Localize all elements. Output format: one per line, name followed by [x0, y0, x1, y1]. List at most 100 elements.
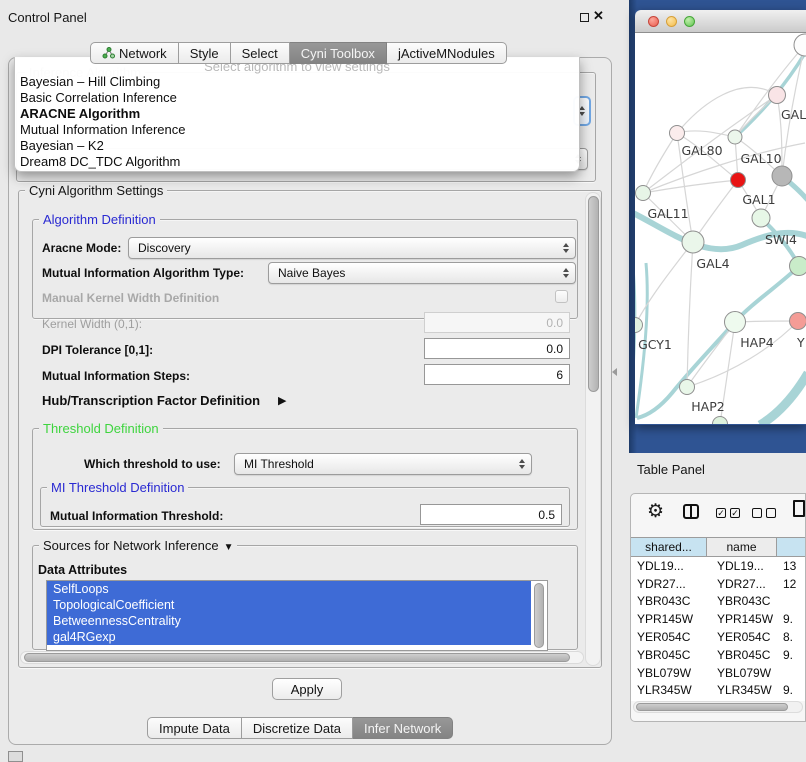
settings-horizontal-scrollbar[interactable]: [20, 651, 584, 664]
algorithm-option-mutual-information-inference[interactable]: Mutual Information Inference: [15, 122, 579, 138]
network-edge[interactable]: [643, 133, 677, 193]
table-cell: YBL079W: [707, 666, 777, 680]
attribute-item-topologicalcoefficient[interactable]: TopologicalCoefficient: [47, 597, 531, 613]
algorithm-option-dream8-dc-tdc-algorithm[interactable]: Dream8 DC_TDC Algorithm: [15, 154, 579, 170]
settings-vertical-scrollbar[interactable]: [585, 192, 601, 666]
checkbox-checked-icon[interactable]: ✓: [716, 508, 726, 518]
mi-steps-field[interactable]: 6: [424, 364, 570, 385]
settings-horizontal-scrollbar-thumb[interactable]: [24, 653, 570, 662]
network-node[interactable]: [794, 34, 806, 56]
panel-divider-arrow-icon[interactable]: [612, 368, 617, 376]
tab-discretize-data[interactable]: Discretize Data: [242, 717, 353, 739]
checkbox-empty-icon[interactable]: [766, 508, 776, 518]
network-node-gal[interactable]: [769, 87, 786, 104]
bottom-tabs: Impute DataDiscretize DataInfer Network: [147, 717, 453, 739]
tab-style[interactable]: Style: [179, 42, 231, 64]
table-cell: YBR045C: [707, 648, 777, 662]
network-node-gal80[interactable]: [670, 126, 685, 141]
kernel-width-field[interactable]: 0.0: [424, 312, 570, 333]
kernel-width-label: Kernel Width (0,1):: [42, 317, 142, 331]
which-threshold-value: MI Threshold: [235, 457, 515, 471]
network-node-gal4[interactable]: [682, 231, 704, 253]
aracne-mode-label: Aracne Mode:: [42, 241, 121, 255]
tab-jactivemnodules[interactable]: jActiveMNodules: [387, 42, 507, 64]
algorithm-option-bayesian-hill-climbing[interactable]: Bayesian – Hill Climbing: [15, 74, 579, 90]
control-panel-title: Control Panel: [8, 10, 87, 25]
table-cell: YBR043C: [707, 594, 777, 608]
table-horizontal-scrollbar[interactable]: [633, 701, 803, 713]
partial-panel-icon[interactable]: [8, 751, 23, 762]
algorithm-option-aracne-algorithm[interactable]: ARACNE Algorithm: [15, 106, 579, 122]
columns-icon[interactable]: [683, 504, 699, 519]
attribute-item-gal4rgexp[interactable]: gal4RGexp: [47, 629, 531, 645]
table-row[interactable]: YER054CYER054C8.: [631, 628, 806, 646]
network-node-gcy1[interactable]: [635, 318, 643, 333]
attribute-item-betweennesscentrality[interactable]: BetweennessCentrality: [47, 613, 531, 629]
network-node-y[interactable]: [790, 313, 806, 330]
table-row[interactable]: YDL19...YDL19...13: [631, 557, 806, 575]
tab-network[interactable]: Network: [90, 42, 179, 64]
checkbox-checked-icon[interactable]: ✓: [730, 508, 740, 518]
network-node-gal1[interactable]: [731, 173, 746, 188]
network-node-label: GAL80: [681, 143, 722, 158]
attributes-scrollbar-thumb[interactable]: [534, 583, 544, 648]
tab-cyni-toolbox[interactable]: Cyni Toolbox: [290, 42, 387, 64]
table-row[interactable]: YDR27...YDR27...12: [631, 575, 806, 593]
apply-button[interactable]: Apply: [272, 678, 342, 700]
table-horizontal-scrollbar-thumb[interactable]: [636, 703, 788, 711]
network-node[interactable]: [790, 257, 806, 276]
attribute-item-selfloops[interactable]: SelfLoops: [47, 581, 531, 597]
network-canvas[interactable]: GALGAL80GAL10GAL1GAL11SWI4GAL4GCY1HAP4YH…: [635, 33, 806, 424]
algorithm-option-basic-correlation-inference[interactable]: Basic Correlation Inference: [15, 90, 579, 106]
column-header-shared[interactable]: shared...: [631, 538, 707, 556]
network-node-gal10[interactable]: [728, 130, 742, 144]
network-node-swi4[interactable]: [752, 209, 770, 227]
mi-threshold-field[interactable]: 0.5: [420, 504, 562, 525]
tab-impute-data[interactable]: Impute Data: [147, 717, 242, 739]
close-window-icon[interactable]: [648, 16, 659, 27]
page-icon[interactable]: [793, 500, 805, 517]
column-header-2[interactable]: [777, 538, 806, 556]
network-window-titlebar[interactable]: [635, 10, 806, 33]
aracne-mode-combobox[interactable]: Discovery: [128, 237, 576, 259]
algorithm-option-bayesian-k2[interactable]: Bayesian – K2: [15, 138, 579, 154]
cyni-algorithm-settings-title: Cyni Algorithm Settings: [25, 183, 167, 198]
which-threshold-combobox[interactable]: MI Threshold: [234, 453, 532, 475]
network-edge[interactable]: [687, 322, 735, 387]
float-panel-icon[interactable]: [580, 13, 589, 22]
checkbox-empty-icon[interactable]: [752, 508, 762, 518]
table-row[interactable]: YBR045CYBR045C9.: [631, 646, 806, 664]
expand-arrow-icon[interactable]: ▶: [278, 394, 286, 407]
network-edge[interactable]: [635, 242, 693, 325]
chevron-updown-icon: [559, 238, 575, 258]
network-node[interactable]: [772, 166, 792, 186]
network-node[interactable]: [713, 417, 728, 425]
network-edge[interactable]: [687, 242, 693, 387]
mi-algorithm-type-combobox[interactable]: Naive Bayes: [268, 262, 576, 284]
tab-label: jActiveMNodules: [398, 46, 495, 61]
table-row[interactable]: YBL079WYBL079W: [631, 664, 806, 682]
gear-icon[interactable]: ⚙: [647, 502, 664, 521]
network-node-gal11[interactable]: [636, 186, 651, 201]
table-row[interactable]: YBR043CYBR043C: [631, 593, 806, 611]
manual-kernel-width-checkbox[interactable]: [555, 290, 568, 303]
tab-select[interactable]: Select: [231, 42, 290, 64]
close-panel-icon[interactable]: ✕: [593, 8, 604, 24]
network-node-hap4[interactable]: [725, 312, 746, 333]
zoom-window-icon[interactable]: [684, 16, 695, 27]
data-attributes-list[interactable]: SelfLoopsTopologicalCoefficientBetweenne…: [46, 580, 548, 651]
network-node-hap2[interactable]: [680, 380, 695, 395]
network-edge[interactable]: [677, 131, 735, 137]
collapse-arrow-icon[interactable]: ▼: [224, 542, 234, 553]
settings-vertical-scrollbar-thumb[interactable]: [588, 196, 599, 392]
column-header-name[interactable]: name: [707, 538, 777, 556]
tab-label: Style: [190, 46, 219, 61]
dpi-tolerance-field[interactable]: 0.0: [424, 338, 570, 359]
table-row[interactable]: YPR145WYPR145W9.: [631, 610, 806, 628]
network-edge[interactable]: [760, 373, 806, 424]
table-panel-title: Table Panel: [637, 462, 705, 477]
table-cell: 8.: [777, 630, 806, 644]
tab-infer-network[interactable]: Infer Network: [353, 717, 453, 739]
table-row[interactable]: YLR345WYLR345W9.: [631, 682, 806, 700]
minimize-window-icon[interactable]: [666, 16, 677, 27]
